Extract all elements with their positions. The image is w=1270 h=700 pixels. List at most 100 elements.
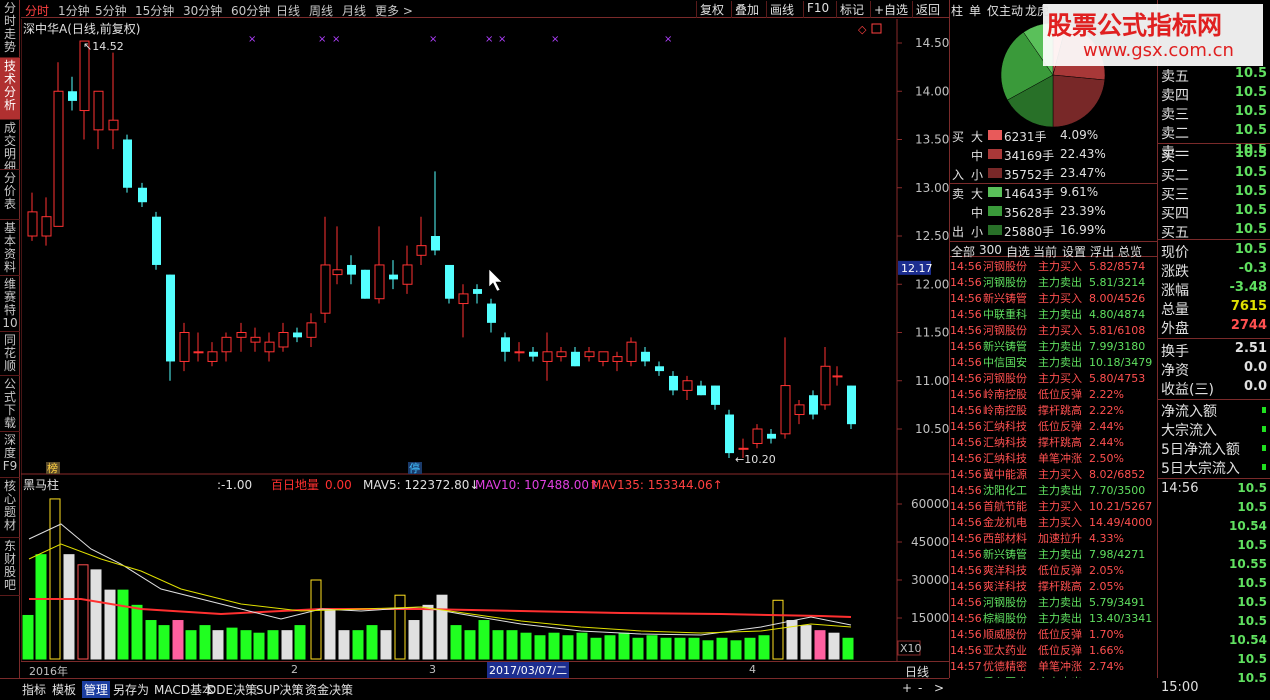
sidebar-tab-10[interactable]: 核心题材: [0, 478, 20, 538]
stream-tab-7[interactable]: 总览: [1118, 243, 1142, 260]
stream-row[interactable]: 14:56 中信国安 主力卖出 10.18/3479: [950, 355, 1158, 371]
kline-chart[interactable]: 14.50 14.00 13.50 13.00 12.50 12.00 11.50 11.00…: [21, 19, 949, 661]
volume-bar: [253, 632, 265, 660]
toolbar-button-2[interactable]: 叠加: [731, 1, 762, 18]
stream-tab-4[interactable]: 当前: [1033, 243, 1057, 260]
stream-row[interactable]: 14:56 爽洋科技 低位反弹 2.05%: [950, 563, 1158, 579]
period-tab-8[interactable]: 周线: [309, 2, 333, 19]
stream-stock-name: 新兴铸管: [983, 340, 1027, 353]
bottom-tab-7[interactable]: SUP决策: [256, 681, 304, 698]
period-tab-9[interactable]: 月线: [342, 2, 366, 19]
toolbar-button-7[interactable]: 返回: [912, 1, 943, 18]
period-tab-1[interactable]: 分时: [25, 2, 49, 19]
period-tab-6[interactable]: 60分钟: [231, 2, 270, 19]
bottom-tab-1[interactable]: 指标: [22, 681, 46, 698]
stream-stock-name: 中信国安: [983, 356, 1027, 369]
flow-stat-label: 大宗流入: [1161, 423, 1217, 439]
stream-row[interactable]: 14:57 优德精密 单笔冲涨 2.74%: [950, 659, 1158, 675]
stream-row[interactable]: 14:56 亚太药业 低位反弹 1.66%: [950, 643, 1158, 659]
tick-price: 10.5: [1237, 576, 1267, 590]
stream-row[interactable]: 14:56 河钢股份 主力买入 5.80/4753: [950, 371, 1158, 387]
stream-row[interactable]: 14:56 河钢股份 主力买入 5.82/8574: [950, 259, 1158, 275]
period-tab-5[interactable]: 30分钟: [183, 2, 222, 19]
baidi-value: 0.00: [325, 478, 352, 492]
stream-row[interactable]: 14:56 新兴铸管 主力卖出 7.98/4271: [950, 547, 1158, 563]
stream-row[interactable]: 14:56 汇纳科技 单笔冲涨 2.50%: [950, 451, 1158, 467]
sidebar-tab-6[interactable]: 维赛特10: [0, 276, 20, 332]
sidebar-tab-2[interactable]: 技术分析: [0, 58, 20, 120]
bottom-tab-5[interactable]: MACD基本: [154, 681, 214, 698]
bottom-control-1[interactable]: +: [902, 681, 912, 695]
toolbar-button-4[interactable]: F10: [803, 1, 832, 18]
volume-bar: [562, 635, 574, 660]
flow-row: 中 34169手 22.43%: [950, 146, 1158, 164]
volume-bar: [828, 632, 840, 660]
volume-bar: [366, 625, 378, 660]
bottom-control-3[interactable]: >: [934, 681, 944, 695]
stream-time: 14:56: [950, 388, 982, 401]
stream-row[interactable]: 14:56 中联重科 主力卖出 4.80/4874: [950, 307, 1158, 323]
stream-tab-2[interactable]: 300: [979, 243, 1002, 257]
candle: [847, 385, 856, 429]
stream-row[interactable]: 14:56 河钢股份 主力买入 5.81/6108: [950, 323, 1158, 339]
stream-row[interactable]: 14:56 冀中能源 主力买入 8.02/6852: [950, 467, 1158, 483]
quote-panel: 卖五 10.5 卖四 10.5 卖三 10.5 卖二 10.5 卖一 10.5 买一 10.5 买二 10…: [1157, 0, 1270, 695]
stream-row[interactable]: 14:56 河钢股份 主力卖出 5.79/3491: [950, 595, 1158, 611]
sidebar-tab-5[interactable]: 基本资料: [0, 220, 20, 276]
sidebar-tab-11[interactable]: 东财股吧: [0, 538, 20, 596]
stream-tab-5[interactable]: 设置: [1062, 243, 1086, 260]
toolbar-button-5[interactable]: 标记: [836, 1, 867, 18]
ask-label: 卖二: [1161, 126, 1189, 142]
stream-row[interactable]: 14:57乐心医疗 主力卖出 114.79/1860: [950, 675, 1158, 678]
sidebar-tab-9[interactable]: 深度F9: [0, 432, 20, 478]
stream-tab-1[interactable]: 全部: [951, 243, 975, 260]
stream-row[interactable]: 14:56 金龙机电 主力买入 14.49/4000: [950, 515, 1158, 531]
bottom-tab-6[interactable]: DDE决策: [207, 681, 257, 698]
period-tab-7[interactable]: 日线: [276, 2, 300, 19]
sidebar-tab-4[interactable]: 分价表: [0, 170, 20, 220]
stream-action: 单笔冲涨: [1038, 660, 1082, 673]
stream-row[interactable]: 14:56 河钢股份 主力卖出 5.81/3214: [950, 275, 1158, 291]
bottom-tab-3[interactable]: 管理: [82, 681, 111, 698]
period-tab-10[interactable]: 更多 >: [375, 2, 413, 19]
stream-tab-3[interactable]: 自选: [1006, 243, 1030, 260]
stream-tab-6[interactable]: 浮出: [1090, 243, 1114, 260]
stream-row[interactable]: 14:56 爽洋科技 撑杆跳高 2.05%: [950, 579, 1158, 595]
bottom-tab-2[interactable]: 模板: [52, 681, 76, 698]
panel-tab-2[interactable]: 单: [969, 2, 981, 19]
stream-row[interactable]: 14:56 棕榈股份 主力卖出 13.40/3341: [950, 611, 1158, 627]
sidebar-tab-3[interactable]: 成交明细: [0, 120, 20, 170]
stream-row[interactable]: 14:56 西部材料 加速拉升 4.33%: [950, 531, 1158, 547]
volume-bar: [478, 620, 490, 660]
period-tab-2[interactable]: 1分钟: [58, 2, 90, 19]
stream-row[interactable]: 14:56 沈阳化工 主力卖出 7.70/3500: [950, 483, 1158, 499]
panel-tab-3[interactable]: 仅主动: [987, 2, 1023, 19]
stream-row[interactable]: 14:56 顺威股份 低位反弹 1.70%: [950, 627, 1158, 643]
chart-background: [21, 19, 949, 661]
bottom-control-2[interactable]: -: [918, 681, 922, 695]
period-tab-4[interactable]: 15分钟: [135, 2, 174, 19]
stream-row[interactable]: 14:56 汇纳科技 撑杆跳高 2.44%: [950, 435, 1158, 451]
stream-row[interactable]: 14:56 首航节能 主力买入 10.21/5267: [950, 499, 1158, 515]
panel-tab-1[interactable]: 柱: [951, 2, 963, 19]
chart-toggle-icon[interactable]: ◇: [858, 23, 867, 36]
stream-stock-name: 汇纳科技: [983, 452, 1027, 465]
stream-row[interactable]: 14:56 新兴铸管 主力卖出 7.99/3180: [950, 339, 1158, 355]
bottom-tab-8[interactable]: 资金决策: [305, 681, 353, 698]
stream-row[interactable]: 14:56 新兴铸管 主力买入 8.00/4526: [950, 291, 1158, 307]
sidebar-tab-8[interactable]: 公式下载: [0, 376, 20, 432]
sidebar-tab-1[interactable]: 分时走势: [0, 0, 20, 58]
stream-row[interactable]: 14:56 岭南控股 低位反弹 2.22%: [950, 387, 1158, 403]
stream-info: 4.33%: [1089, 532, 1124, 545]
stream-row[interactable]: 14:56 岭南控股 撑杆跳高 2.22%: [950, 403, 1158, 419]
signal-marker: ×: [551, 34, 559, 45]
panel-tab-4[interactable]: 龙虎: [1025, 2, 1049, 19]
toolbar-button-3[interactable]: 画线: [766, 1, 797, 18]
stream-action: 主力卖出: [1038, 340, 1082, 353]
bottom-tab-4[interactable]: 另存为: [113, 681, 149, 698]
period-tab-3[interactable]: 5分钟: [95, 2, 127, 19]
toolbar-button-1[interactable]: 复权: [696, 1, 727, 18]
toolbar-button-6[interactable]: +自选: [870, 1, 911, 18]
sidebar-tab-7[interactable]: 同花顺: [0, 332, 20, 376]
stream-row[interactable]: 14:56 汇纳科技 低位反弹 2.44%: [950, 419, 1158, 435]
